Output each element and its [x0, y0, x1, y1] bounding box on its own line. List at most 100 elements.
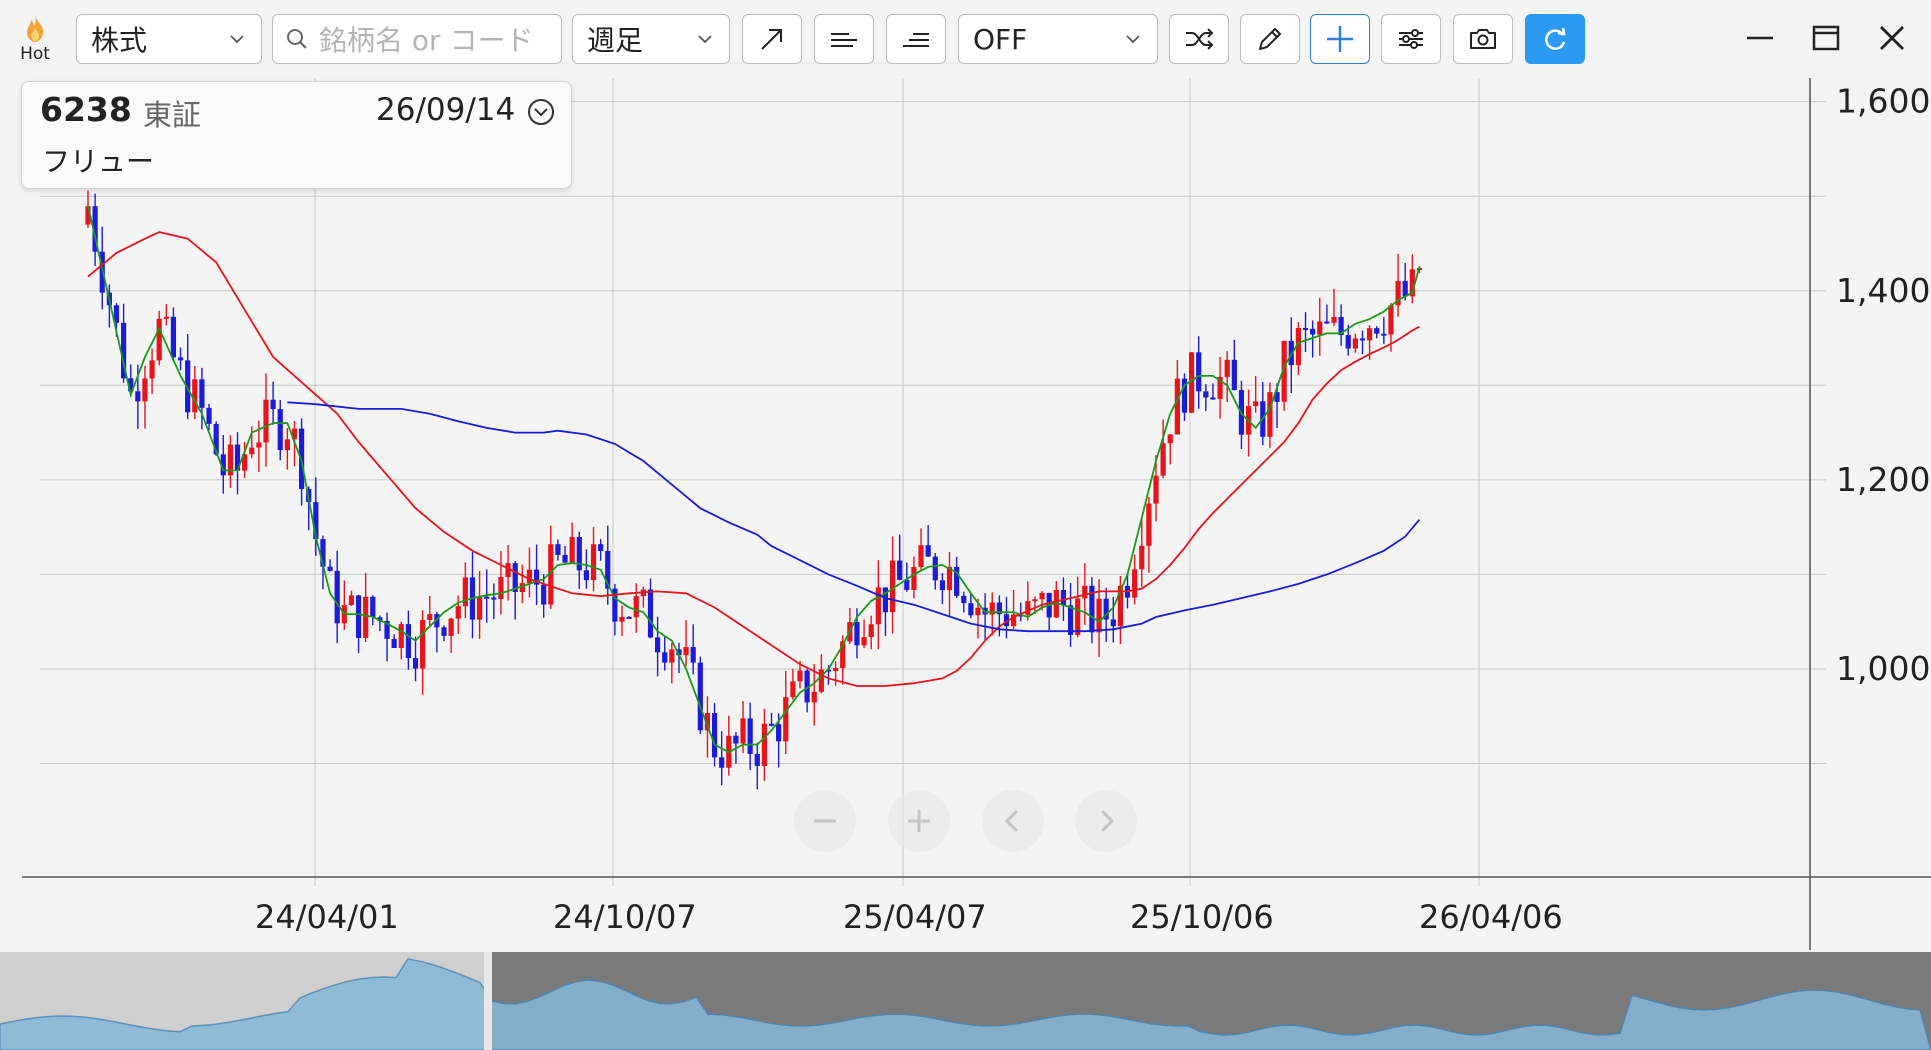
candle-body	[932, 556, 938, 581]
scroll-left-button[interactable]	[982, 790, 1044, 852]
candle-body	[491, 597, 497, 600]
candle-body	[719, 757, 725, 768]
candle-body	[1153, 475, 1159, 504]
candle-body	[662, 652, 668, 663]
candle-body	[911, 567, 917, 590]
candle-body	[975, 607, 981, 616]
x-tick-label: 24/10/07	[553, 898, 697, 936]
candle-body	[427, 614, 433, 620]
candle-body	[412, 658, 419, 669]
candle-body	[1224, 359, 1230, 377]
chevron-left-icon	[1004, 809, 1019, 833]
cursor-date: 26/09/14	[376, 92, 516, 128]
navigator-handle[interactable]	[484, 952, 492, 1050]
candle-body	[448, 618, 454, 636]
candle-body	[647, 589, 654, 638]
candle-body	[697, 662, 703, 731]
candle-body	[163, 316, 169, 319]
x-tick-label: 26/04/06	[1419, 898, 1563, 936]
chevron-down-circle-icon[interactable]	[525, 96, 557, 128]
candle-body	[655, 637, 661, 653]
candle-body	[441, 627, 447, 636]
candle-body	[348, 595, 355, 606]
candle-body	[363, 596, 369, 638]
candle-body	[754, 753, 760, 766]
candle-body	[1374, 328, 1380, 334]
candle-body	[633, 596, 639, 618]
candle-body	[541, 584, 547, 605]
candle-body	[1345, 335, 1351, 349]
candle-body	[1139, 545, 1145, 570]
candle-body	[747, 718, 753, 754]
candle-body	[768, 723, 775, 726]
candle-body	[1388, 305, 1394, 335]
x-tick-label: 24/04/01	[255, 898, 399, 936]
stock-name: フリュー	[42, 145, 155, 178]
stock-code: 6238	[40, 90, 132, 129]
candle-body	[249, 447, 255, 455]
candle-body	[1352, 338, 1358, 349]
candle-body	[142, 378, 148, 402]
candle-body	[327, 566, 333, 571]
x-tick-label: 25/04/07	[843, 898, 987, 936]
plus-icon	[908, 810, 930, 832]
candle-body	[277, 409, 283, 451]
candle-body	[1060, 590, 1067, 606]
candle-body	[1359, 338, 1366, 341]
candle-body	[740, 718, 746, 744]
candle-body	[1039, 592, 1045, 600]
candle-body	[498, 577, 504, 600]
candle-body	[562, 554, 568, 563]
candle-body	[569, 537, 575, 563]
candle-body	[1025, 601, 1031, 615]
candle-body	[861, 637, 867, 646]
candle-body	[149, 360, 155, 379]
candle-body	[761, 723, 767, 766]
horizontal-gridlines	[40, 101, 1826, 765]
candle-body	[1231, 359, 1237, 391]
stock-info-panel[interactable]: 6238 東証 26/09/14 フリュー	[21, 81, 572, 189]
candle-body	[669, 649, 675, 663]
candle-body	[961, 595, 967, 604]
candle-body	[256, 442, 262, 448]
candle-body	[1367, 328, 1373, 341]
candle-body	[811, 691, 817, 703]
candle-body	[1253, 401, 1259, 407]
candle-body	[968, 603, 974, 616]
candle-body	[398, 624, 404, 648]
candle-body	[833, 667, 839, 672]
candle-body	[192, 379, 198, 413]
candle-body	[1402, 280, 1408, 297]
y-tick-labels: 1,000 1,200 1,400 1,600	[1836, 82, 1930, 688]
candle-body	[1032, 599, 1038, 602]
candle-body	[1196, 352, 1202, 392]
zoom-out-button[interactable]	[794, 790, 856, 852]
candle-body	[875, 587, 881, 625]
candle-body	[199, 379, 205, 408]
moving-average-blue	[287, 401, 1421, 633]
candle-body	[1324, 321, 1330, 324]
candle-body	[405, 624, 411, 659]
zoom-in-button[interactable]	[888, 790, 950, 852]
candle-body	[391, 638, 397, 648]
candle-body	[711, 713, 718, 758]
candle-body	[1132, 569, 1138, 598]
candle-body	[477, 596, 483, 620]
minus-icon	[814, 819, 836, 823]
candle-body	[854, 622, 860, 646]
candle-body	[206, 407, 212, 424]
candle-body	[797, 670, 803, 682]
candle-body	[1096, 598, 1102, 633]
candle-body	[135, 391, 141, 402]
candle-body	[590, 544, 597, 581]
candle-body	[1146, 503, 1152, 546]
candlestick-series	[85, 190, 1423, 790]
candle-body	[683, 647, 689, 656]
candle-body	[370, 596, 376, 618]
candle-body	[868, 624, 874, 638]
scroll-right-button[interactable]	[1075, 790, 1137, 852]
candle-body	[733, 735, 739, 744]
range-navigator[interactable]	[0, 952, 1931, 1050]
candle-body	[1075, 598, 1081, 635]
candle-body	[790, 681, 796, 698]
